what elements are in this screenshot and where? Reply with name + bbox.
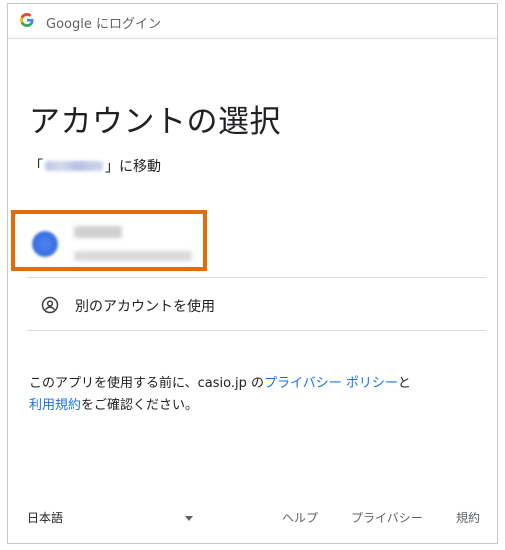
terms-link[interactable]: 利用規約 <box>29 398 81 413</box>
language-selector[interactable]: 日本語 <box>27 509 63 526</box>
top-bar: Google にログイン <box>8 4 497 39</box>
use-another-account-button[interactable]: 別のアカウントを使用 <box>27 282 487 330</box>
notice-text: このアプリを使用する前に、casio.jp の <box>29 376 264 391</box>
privacy-notice: このアプリを使用する前に、casio.jp のプライバシー ポリシーと利用規約を… <box>29 373 469 417</box>
privacy-link[interactable]: プライバシー <box>351 509 423 526</box>
use-another-account-label: 別のアカウントを使用 <box>75 299 215 315</box>
account-circle-icon <box>41 296 59 314</box>
chevron-down-icon[interactable] <box>185 516 193 521</box>
login-dialog: Google にログイン アカウントの選択 「 」に移動 別のアカウントを使用 … <box>7 3 498 544</box>
dialog-title: Google にログイン <box>46 17 161 32</box>
footer: 日本語 ヘルプ プライバシー 規約 <box>8 509 497 533</box>
notice-text: と <box>397 376 411 391</box>
subtitle-suffix: 」に移動 <box>105 159 161 175</box>
google-logo-icon <box>20 13 34 27</box>
destination-subtitle: 「 」に移動 <box>29 156 161 176</box>
page-title: アカウントの選択 <box>29 104 281 140</box>
terms-footer-link[interactable]: 規約 <box>456 509 480 526</box>
redacted-domain <box>45 161 103 171</box>
help-link[interactable]: ヘルプ <box>282 509 318 526</box>
highlight-box <box>11 210 207 271</box>
subtitle-prefix: 「 <box>29 159 43 175</box>
divider <box>27 277 487 278</box>
privacy-policy-link[interactable]: プライバシー ポリシー <box>264 376 398 391</box>
notice-text: をご確認ください。 <box>81 398 199 413</box>
divider <box>27 330 487 331</box>
